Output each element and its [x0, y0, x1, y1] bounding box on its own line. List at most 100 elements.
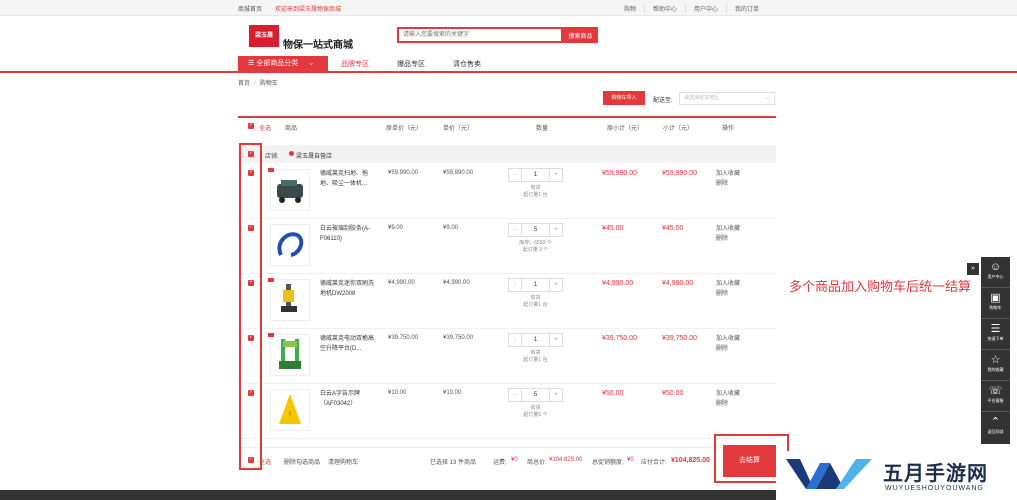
sidebar-user-center[interactable]: ☺ 用户中心 [981, 257, 1010, 288]
unit-price: ¥39,750.00 [443, 335, 474, 341]
minus-button[interactable]: - [509, 169, 522, 181]
orig-subtotal: ¥59,990.00 [602, 170, 638, 177]
top-link-help[interactable]: 帮助中心 [643, 4, 685, 13]
cart-item-row: 白云玻璃刮胶条(A-F06110) ¥9.00 ¥9.00 - 5 + 库存：6… [238, 219, 776, 274]
minus-button[interactable]: - [509, 334, 522, 346]
top-link-my-orders[interactable]: 我的订单 [725, 4, 767, 13]
all-categories-label: 全部商品分类 [256, 60, 299, 67]
sidebar-label: 平台客服 [987, 398, 1004, 403]
stock-info: 库存：6550 个起订量 3 个 [508, 240, 563, 254]
delete-selected-link[interactable]: 删除勾选商品 [284, 457, 320, 466]
delete-link[interactable]: 删除 [716, 346, 728, 352]
add-favorite-link[interactable]: 加入收藏 [716, 281, 740, 287]
logo[interactable]: 梁玉晟 [249, 25, 279, 47]
plus-button[interactable]: + [549, 224, 562, 236]
plus-button[interactable]: + [549, 279, 562, 291]
store-name[interactable]: 梁玉晟自营店 [296, 151, 332, 160]
plus-button[interactable]: + [549, 334, 562, 346]
nav-clearance[interactable]: 清仓售卖 [453, 59, 481, 69]
orig-total-label: 商总价: [527, 460, 547, 466]
item-actions: 加入收藏 删除 [716, 169, 740, 189]
unit-price: ¥10.00 [443, 390, 462, 396]
sidebar-back-to-top[interactable]: ⌃ 返回顶部 [981, 412, 1010, 443]
quantity-input[interactable]: 1 [522, 169, 549, 181]
cart-icon: ▣ [990, 292, 1001, 304]
plus-button[interactable]: + [549, 389, 562, 401]
cart-import-button[interactable]: 购物车导入 [603, 91, 645, 105]
product-image[interactable] [270, 169, 310, 211]
subtotal: ¥59,990.00 [662, 170, 698, 177]
sidebar-cart[interactable]: ▣ 购物车 [981, 288, 1010, 319]
home-link[interactable]: 商城首页 [238, 4, 262, 13]
top-bar: 商城首页 欢迎来到梁玉晟物保商城 购物 帮助中心 用户中心 我的订单 [0, 0, 1017, 16]
quantity-input[interactable]: 5 [522, 224, 549, 236]
orig-subtotal: ¥45.00 [602, 225, 624, 232]
subtotal: ¥45.00 [662, 225, 684, 232]
breadcrumb-home[interactable]: 首页 [238, 81, 250, 87]
menu-icon: ☰ [248, 60, 257, 67]
sidebar-quick-order[interactable]: ☰ 快速下单 [981, 319, 1010, 350]
quantity-input[interactable]: 1 [522, 334, 549, 346]
select-all-label[interactable]: 全选 [259, 123, 271, 132]
quantity-stepper: - 1 + [508, 168, 563, 182]
all-categories-menu[interactable]: ☰ 全部商品分类 ⌄ [238, 56, 328, 71]
quantity-input[interactable]: 5 [522, 389, 549, 401]
stock-info: 有货 起订量1 台 [508, 295, 563, 309]
selected-count: 已选择 13 件商品 [430, 460, 477, 466]
top-link-shopping[interactable]: 购物 [616, 4, 644, 13]
user-icon: ☺ [989, 261, 1002, 273]
ship-region-select[interactable]: 请选择收货地区 ⌄ [679, 92, 775, 105]
sidebar-customer-service[interactable]: ☏ 平台客服 [981, 381, 1010, 412]
product-name[interactable]: 白云玻璃刮胶条(A-F06110) [320, 224, 376, 244]
delete-link[interactable]: 删除 [716, 181, 728, 187]
minus-button[interactable]: - [509, 279, 522, 291]
sidebar-label: 购物车 [989, 305, 1002, 310]
clear-cart-link[interactable]: 清理购物车 [328, 457, 358, 466]
product-name[interactable]: 德威莱克电动双桅高空升降平台(D... [320, 334, 376, 354]
quantity-input[interactable]: 1 [522, 279, 549, 291]
delete-link[interactable]: 删除 [716, 401, 728, 407]
minus-button[interactable]: - [509, 389, 522, 401]
discount-label: 总促销额度: [592, 460, 624, 466]
item-actions: 加入收藏 删除 [716, 389, 740, 409]
add-favorite-link[interactable]: 加入收藏 [716, 391, 740, 397]
minus-button[interactable]: - [509, 224, 522, 236]
search-button[interactable]: 搜索商品 [563, 27, 598, 43]
item-actions: 加入收藏 删除 [716, 279, 740, 299]
right-sidebar: ☺ 用户中心 ▣ 购物车 ☰ 快速下单 ☆ 我的收藏 ☏ 平台客服 ⌃ 返回顶部 [981, 257, 1010, 444]
collapse-sidebar-button[interactable]: » [967, 263, 979, 275]
add-favorite-link[interactable]: 加入收藏 [716, 171, 740, 177]
stock-info: 有货 起订量1 台 [508, 185, 563, 199]
product-name[interactable]: 德威莱克扫地、拖地、吸尘一体机... [320, 169, 376, 189]
search-input[interactable] [397, 27, 563, 43]
product-image[interactable] [270, 334, 310, 376]
column-orig-price: 原单价（元） [386, 126, 423, 132]
sidebar-label: 返回顶部 [987, 429, 1004, 434]
product-image[interactable] [270, 279, 310, 321]
delete-link[interactable]: 删除 [716, 236, 728, 242]
orig-price: ¥10.00 [388, 390, 407, 396]
add-favorite-link[interactable]: 加入收藏 [716, 336, 740, 342]
product-image[interactable]: ! [270, 389, 310, 431]
delete-link[interactable]: 删除 [716, 291, 728, 297]
breadcrumb: 首页 / 购物车 [238, 78, 278, 87]
orig-price: ¥9.00 [388, 225, 404, 231]
sidebar-favorites[interactable]: ☆ 我的收藏 [981, 350, 1010, 381]
select-all-checkbox[interactable] [248, 122, 254, 129]
product-image[interactable] [270, 224, 310, 266]
product-name[interactable]: 德威莱克迷你双刷洗地机DW2008 [320, 279, 376, 299]
cart-item-row: ! 白云A字告示牌（AF03042） ¥10.00 ¥10.00 - 5 + 有… [238, 384, 776, 439]
quantity-stepper: - 1 + [508, 278, 563, 292]
add-favorite-link[interactable]: 加入收藏 [716, 226, 740, 232]
orig-price: ¥4,990.00 [388, 280, 415, 286]
breadcrumb-current: 购物车 [259, 81, 278, 87]
column-subtotal: 小计（元） [663, 126, 694, 132]
nav-brand-zone[interactable]: 品牌专区 [341, 59, 369, 69]
top-link-user-center[interactable]: 用户中心 [684, 4, 726, 13]
product-name[interactable]: 白云A字告示牌（AF03042） [320, 389, 376, 409]
orig-subtotal: ¥39,750.00 [602, 335, 638, 342]
cart-item-row: 德威莱克扫地、拖地、吸尘一体机... ¥59,990.00 ¥59,990.00… [238, 164, 776, 219]
plus-button[interactable]: + [549, 169, 562, 181]
cart-table-header: 全选 商品 原单价（元） 单价（元） 数量 原小计（元） 小计（元） 操作 [238, 118, 776, 136]
nav-hot-products[interactable]: 爆品专区 [397, 59, 425, 69]
